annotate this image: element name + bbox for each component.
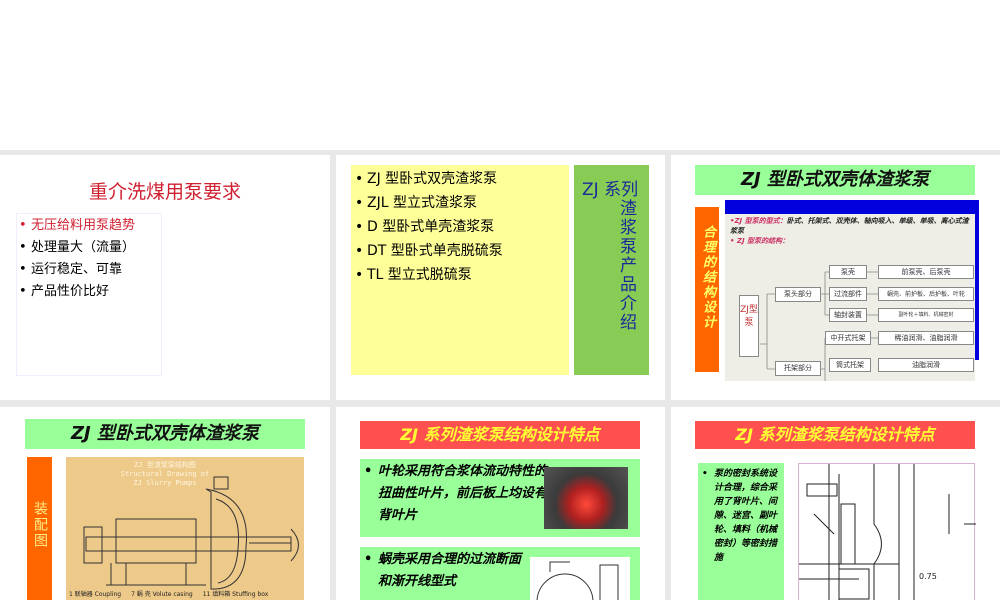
slide-title: 重介洗煤用泵要求 (88, 181, 241, 203)
tree-leaf: 蜗壳、前护板、后护板、叶轮 (878, 287, 974, 301)
bullet: 处理量大（流量） (19, 237, 161, 259)
feature-bullet: 叶轮采用符合浆体流动特性的扭曲性叶片，前后板上均设有背叶片 (364, 461, 548, 527)
bullet: ZJL 型立式渣浆泵 (355, 191, 569, 215)
side-rest: 渣浆泵产品介绍 (616, 199, 636, 332)
bullet: 产品性价比好 (19, 281, 161, 303)
slide-title: ZJ 型卧式双壳体渣浆泵 (695, 165, 975, 195)
seal-drawing: 0.75 (798, 463, 976, 600)
product-list: ZJ 型卧式双壳渣浆泵 ZJL 型立式渣浆泵 D 型卧式单壳渣浆泵 DT 型卧式… (351, 165, 569, 375)
tree-node: 托架部分 (775, 361, 821, 376)
slide-sorter: 重介洗煤用泵要求 无压给料用泵趋势 处理量大（流量） 运行稳定、可靠 产品性价比… (0, 150, 1000, 600)
slide-thumbnail-6[interactable]: ZJ 系列渣浆泵结构设计特点 泵的密封系统设计合理，综合采用了背叶片、间隙、迷宫… (671, 407, 1000, 600)
caption-row: 1 联轴器 Coupling 7 蜗 壳 Volute casing 11 填料… (69, 591, 268, 598)
bullet-box: 无压给料用泵趋势 处理量大（流量） 运行稳定、可靠 产品性价比好 (16, 213, 162, 376)
bullet: TL 型立式脱硫泵 (355, 263, 569, 287)
slide-thumbnail-5[interactable]: ZJ 系列渣浆泵结构设计特点 叶轮采用符合浆体流动特性的扭曲性叶片，前后板上均设… (336, 407, 665, 600)
slide-thumbnail-4[interactable]: ZJ 型卧式双壳体渣浆泵 装配图 ZJ 型渣浆泵结构图 Structural D… (0, 407, 330, 600)
bullet: 无压给料用泵趋势 (19, 215, 161, 237)
tree-node: 泵头部分 (775, 287, 821, 302)
caption: 1 联轴器 Coupling (69, 591, 122, 598)
side-label: 合理的结构设计 (695, 207, 719, 372)
structure-panel: •ZJ 型泵的型式：卧式、托架式、双壳体、轴向吸入、单级、单吸、离心式渣浆泵 •… (725, 214, 975, 381)
tree-node: 过流部件 (829, 287, 867, 301)
blank-area (0, 0, 1000, 150)
slide-thumbnail-1[interactable]: 重介洗煤用泵要求 无压给料用泵趋势 处理量大（流量） 运行稳定、可靠 产品性价比… (0, 155, 330, 400)
blue-bar (725, 200, 979, 214)
bullet: D 型卧式单壳渣浆泵 (355, 215, 569, 239)
tree-leaf: 油脂润滑 (878, 358, 974, 372)
assembly-drawing: ZJ 型渣浆泵结构图 Structural Drawing of ZJ Slur… (66, 457, 304, 600)
tree-root: ZJ型泵 (739, 295, 759, 357)
caption: 7 蜗 壳 Volute casing (131, 591, 193, 598)
pump-drawing (83, 476, 299, 590)
volute-drawing (530, 557, 630, 600)
feature-bullet: 蜗壳采用合理的过流断面和渐开线型式 (364, 549, 530, 593)
slide-title: ZJ 系列渣浆泵结构设计特点 (360, 421, 640, 449)
bullet: DT 型卧式单壳脱硫泵 (355, 239, 569, 263)
tree-node: 轴封装置 (829, 308, 867, 322)
bullet: 运行稳定、可靠 (19, 259, 161, 281)
tree-leaf: 稀油润滑、油脂润滑 (878, 331, 974, 345)
tree-node: 筒式托架 (829, 358, 871, 372)
slide-title: ZJ 系列渣浆泵结构设计特点 (695, 421, 975, 449)
caption: 11 填料箱 Stuffing box (202, 591, 269, 598)
side-head: ZJ 系列 (582, 180, 639, 200)
impeller-photo (544, 467, 628, 529)
slide-thumbnail-3[interactable]: ZJ 型卧式双壳体渣浆泵 合理的结构设计 •ZJ 型泵的型式：卧式、托架式、双壳… (671, 155, 1000, 400)
tree-node: 中开式托架 (825, 331, 871, 345)
side-title: ZJ 系列 渣浆泵产品介绍 (574, 165, 649, 375)
bullet: ZJ 型卧式双壳渣浆泵 (355, 167, 569, 191)
tree-leaf: 前泵壳、后泵壳 (878, 265, 974, 279)
feature-box-volute: 蜗壳采用合理的过流断面和渐开线型式 (360, 547, 640, 600)
feature-bullet: 泵的密封系统设计合理，综合采用了背叶片、间隙、迷宫、副叶轮、填料（机械密封）等密… (702, 467, 782, 565)
dimension-label: 0.75 (919, 572, 937, 581)
tree-leaf: 副叶轮＋填料、机械密封 (878, 308, 974, 322)
slide-title: ZJ 型卧式双壳体渣浆泵 (25, 419, 305, 449)
tree-node: 泵壳 (829, 265, 867, 279)
slide-thumbnail-2[interactable]: ZJ 型卧式双壳渣浆泵 ZJL 型立式渣浆泵 D 型卧式单壳渣浆泵 DT 型卧式… (336, 155, 665, 400)
feature-box-seal: 泵的密封系统设计合理，综合采用了背叶片、间隙、迷宫、副叶轮、填料（机械密封）等密… (698, 463, 784, 600)
feature-box-impeller: 叶轮采用符合浆体流动特性的扭曲性叶片，前后板上均设有背叶片 (360, 459, 640, 537)
